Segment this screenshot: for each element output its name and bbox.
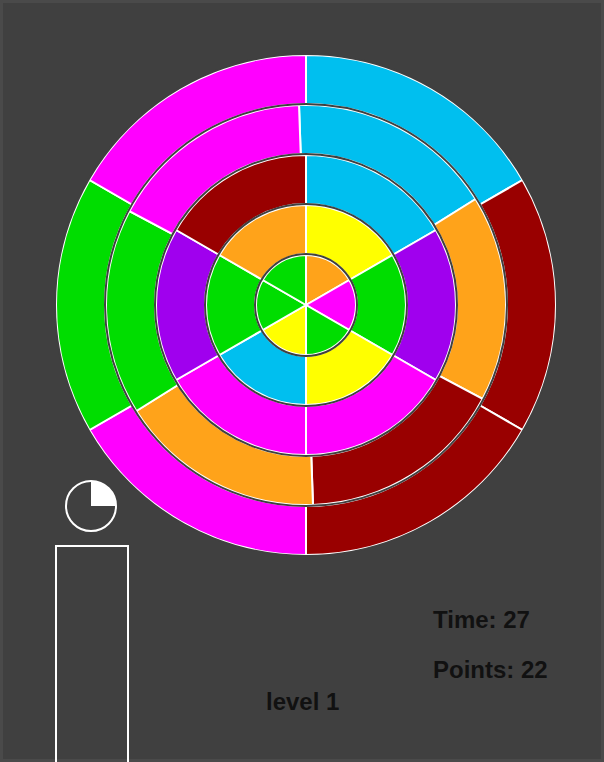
game-stage: Time: 27 Points: 22 level 1 xyxy=(0,0,604,762)
timer-track xyxy=(66,481,116,531)
ring[interactable] xyxy=(155,154,457,456)
ring[interactable] xyxy=(105,104,507,506)
ring[interactable] xyxy=(255,254,357,356)
time-label: Time: 27 xyxy=(433,606,530,635)
ring-outline xyxy=(155,154,457,456)
ring-segment[interactable] xyxy=(306,305,349,355)
ring[interactable] xyxy=(55,54,557,556)
ring[interactable] xyxy=(205,204,407,406)
ring-outline xyxy=(55,54,557,556)
launcher-box xyxy=(55,545,129,762)
ring-segment[interactable] xyxy=(263,255,306,305)
ring-outline xyxy=(205,204,407,406)
points-label: Points: 22 xyxy=(433,656,548,685)
ring-outline xyxy=(255,254,357,356)
timer-pie xyxy=(63,478,119,534)
level-label: level 1 xyxy=(266,688,339,717)
ring-outline xyxy=(105,104,507,506)
